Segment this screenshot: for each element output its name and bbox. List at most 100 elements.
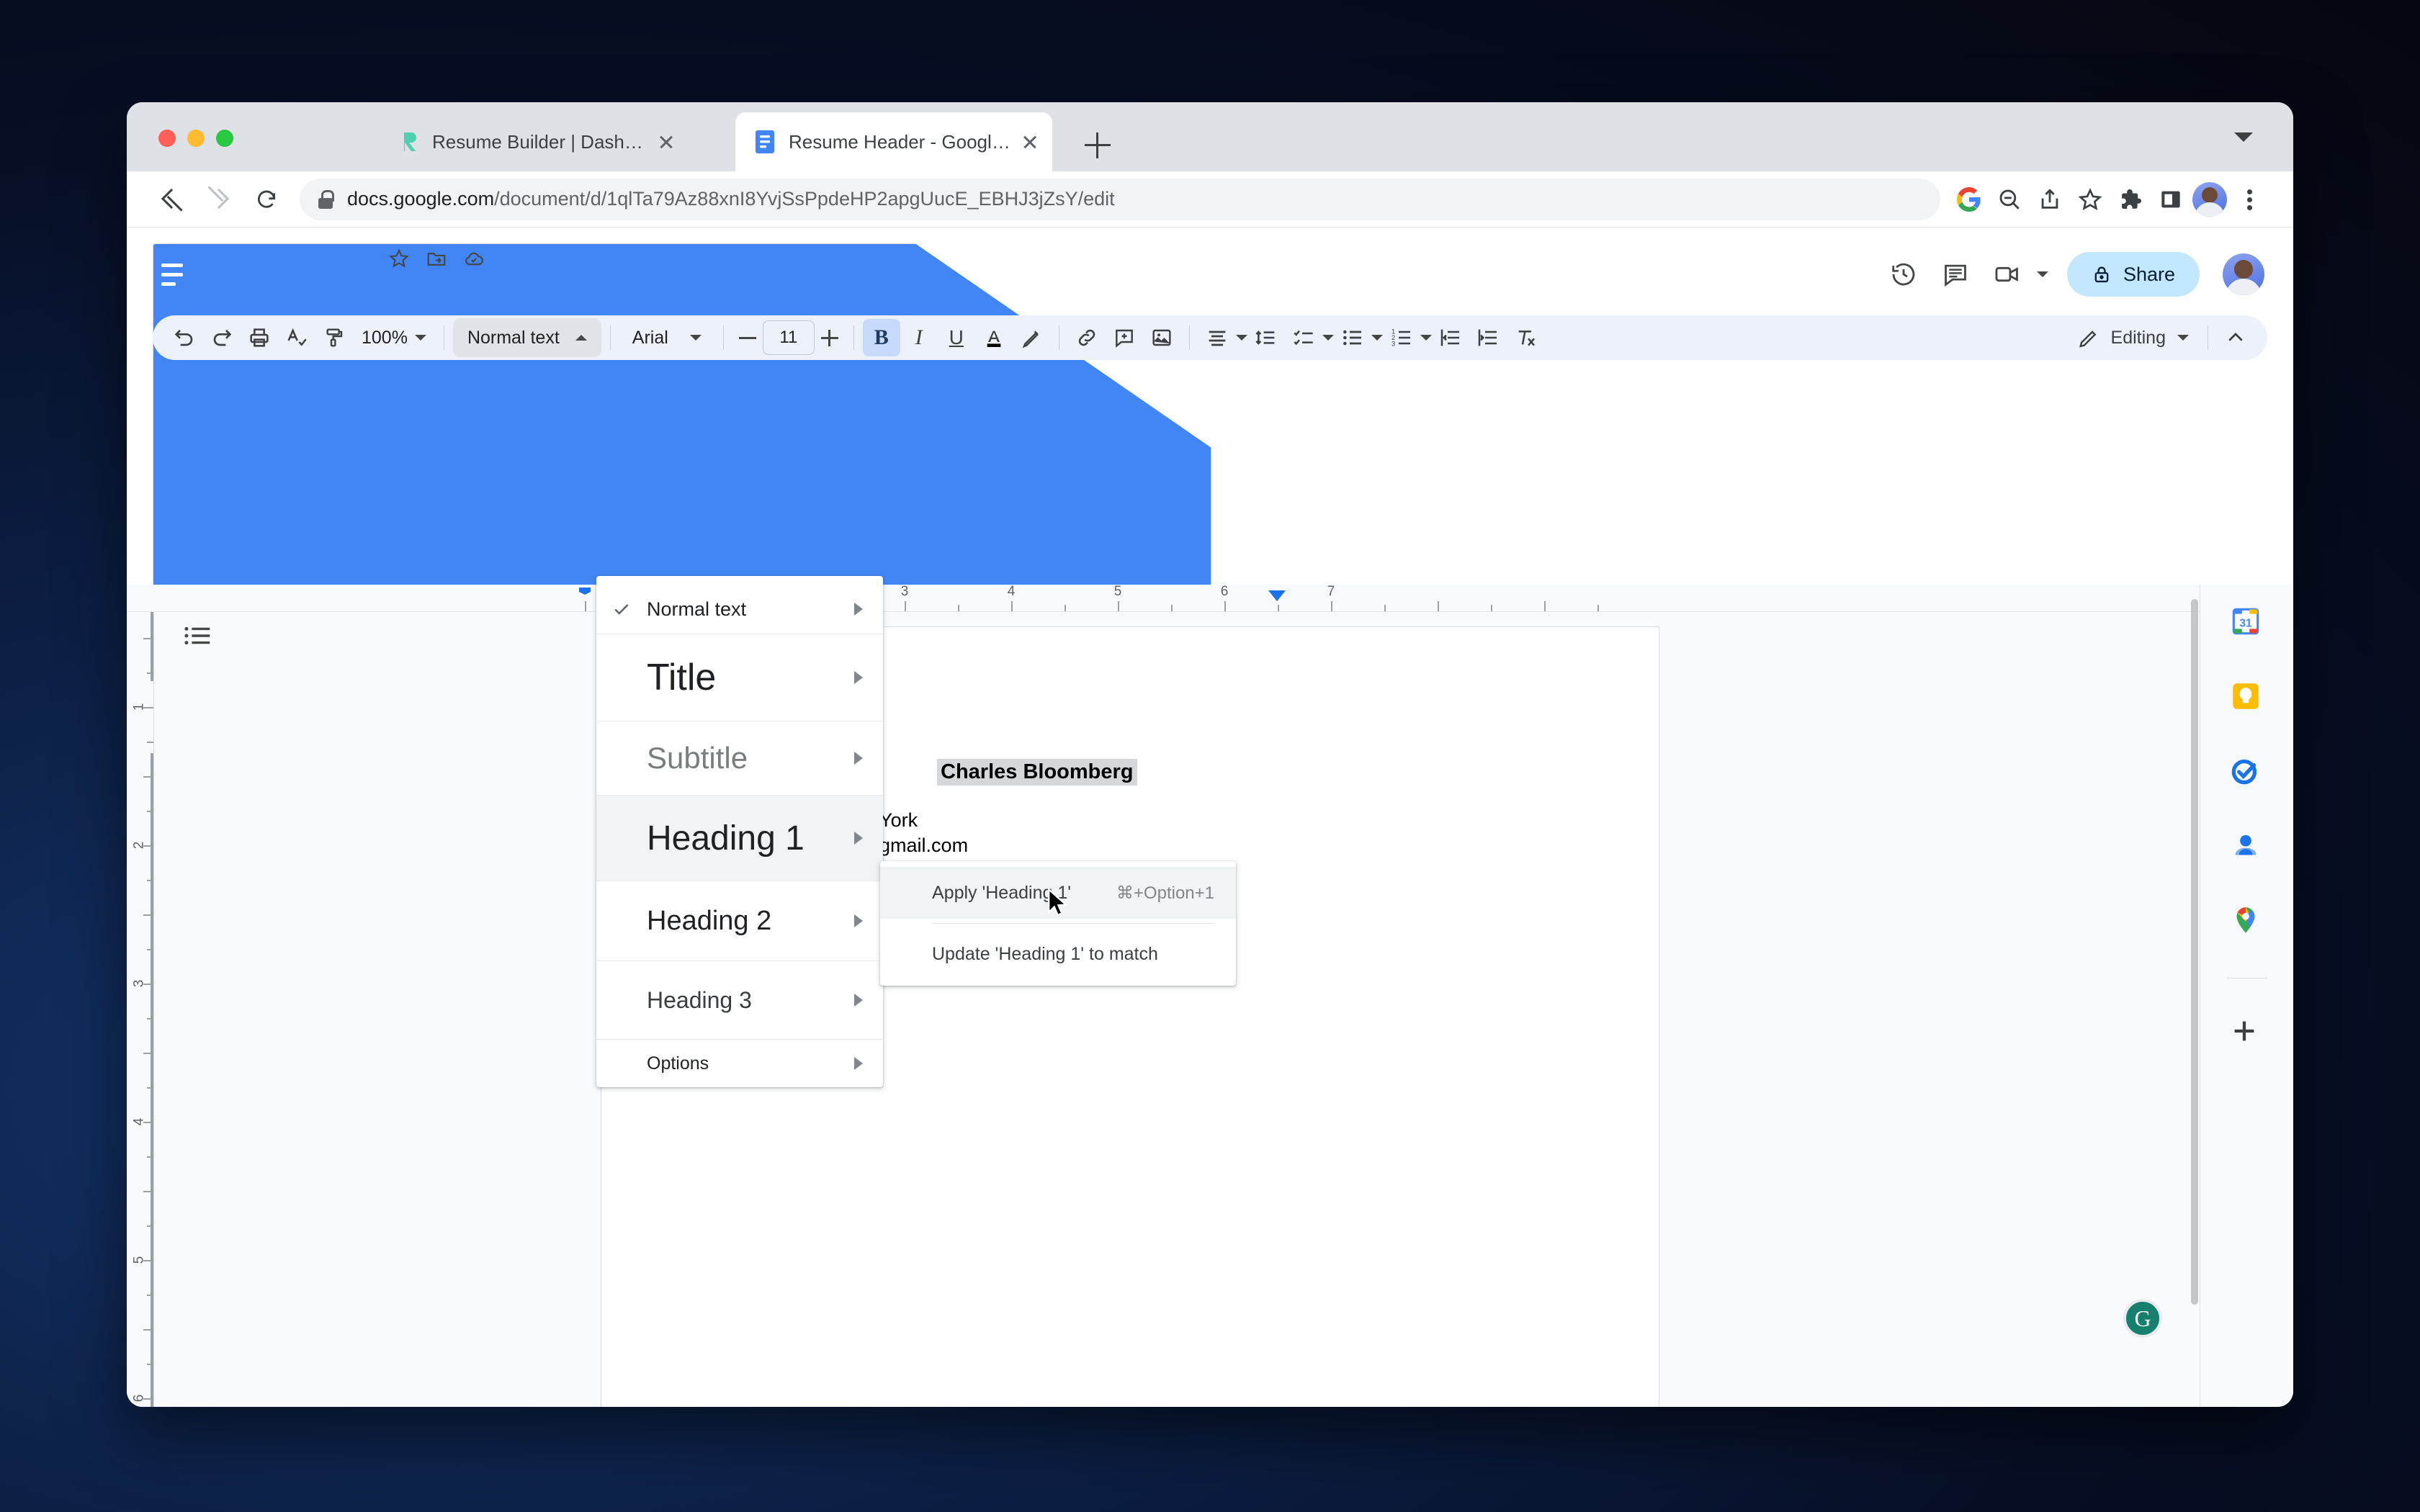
- style-menu-item-title[interactable]: Title: [596, 634, 883, 721]
- share-button[interactable]: Share: [2066, 252, 2200, 297]
- hide-menus-chevron-up-icon[interactable]: [2217, 319, 2254, 356]
- right-indent-marker[interactable]: [1268, 590, 1286, 601]
- bold-button[interactable]: B: [862, 319, 900, 356]
- font-size-input[interactable]: 11: [762, 320, 815, 355]
- vertical-ruler[interactable]: 1 2 3 4 5 6: [127, 612, 154, 1407]
- font-family-selector[interactable]: Arial: [619, 318, 714, 357]
- document-outline-icon[interactable]: [182, 619, 215, 652]
- bookmark-star-icon[interactable]: [2071, 181, 2109, 218]
- extensions-puzzle-icon[interactable]: [2112, 181, 2149, 218]
- font-family-value: Arial: [632, 327, 668, 348]
- close-tab-button[interactable]: [1018, 130, 1042, 154]
- move-to-folder-icon[interactable]: [426, 248, 449, 271]
- style-menu-item-heading-3[interactable]: Heading 3: [596, 961, 883, 1039]
- style-menu-item-normal-text[interactable]: Normal text: [596, 585, 883, 634]
- browser-tab-resume-builder[interactable]: Resume Builder | Dashboard: [379, 112, 689, 171]
- checklist-chevron-down-icon[interactable]: [1322, 335, 1334, 341]
- address-bar[interactable]: docs.google.com/document/d/1qlTa79Az88xn…: [300, 178, 1940, 220]
- lock-icon: [318, 189, 334, 209]
- highlight-color-icon[interactable]: [1013, 319, 1050, 356]
- browser-menu-kebab-icon[interactable]: [2236, 181, 2264, 218]
- share-icon[interactable]: [2031, 181, 2069, 218]
- bottom-margin-marker[interactable]: [151, 753, 153, 1407]
- cloud-saved-icon[interactable]: [463, 248, 486, 271]
- google-maps-icon[interactable]: [2228, 903, 2267, 942]
- bulleted-list-icon[interactable]: [1334, 319, 1371, 356]
- style-menu-item-heading-1[interactable]: Heading 1: [596, 796, 883, 881]
- numbered-list-icon[interactable]: 1 2 3: [1383, 319, 1420, 356]
- google-icon[interactable]: [1950, 181, 1988, 218]
- left-indent-marker[interactable]: [579, 588, 591, 595]
- clear-formatting-icon[interactable]: [1507, 319, 1544, 356]
- increase-indent-icon[interactable]: [1469, 319, 1507, 356]
- horizontal-ruler[interactable]: 1 2 3 4 5 6 7: [127, 585, 2293, 612]
- style-menu-item-heading-2[interactable]: Heading 2: [596, 881, 883, 960]
- paint-format-icon[interactable]: [315, 319, 353, 356]
- tab-title: Resume Header - Google Docs: [789, 130, 1012, 153]
- reload-button[interactable]: [246, 179, 287, 220]
- add-comment-icon[interactable]: [1106, 319, 1143, 356]
- style-menu-item-options[interactable]: Options: [596, 1040, 883, 1087]
- bulleted-list-chevron-down-icon[interactable]: [1371, 335, 1383, 341]
- vertical-scrollbar[interactable]: [2191, 599, 2198, 1305]
- version-history-icon[interactable]: [1881, 252, 1926, 297]
- zoom-out-icon[interactable]: [1991, 181, 2028, 218]
- google-docs-icon: [754, 130, 777, 153]
- undo-icon[interactable]: [166, 319, 203, 356]
- line-spacing-icon[interactable]: [1247, 319, 1285, 356]
- style-menu-label: Subtitle: [647, 741, 748, 775]
- style-menu-label: Title: [647, 657, 717, 698]
- add-side-panel-app-button[interactable]: [2228, 1014, 2267, 1053]
- insert-image-icon[interactable]: [1143, 319, 1180, 356]
- numbered-list-chevron-down-icon[interactable]: [1420, 335, 1432, 341]
- style-menu-label: Normal text: [647, 598, 747, 620]
- google-tasks-icon[interactable]: [2228, 753, 2267, 792]
- star-icon[interactable]: [388, 248, 411, 271]
- url-domain: docs.google.com: [347, 188, 495, 210]
- decrease-font-size-button[interactable]: [732, 323, 763, 353]
- docs-header-actions: Share: [1881, 252, 2264, 297]
- grammarly-icon[interactable]: G: [2123, 1299, 2162, 1338]
- comment-history-icon[interactable]: [1933, 252, 1978, 297]
- meet-camera-icon[interactable]: [1985, 252, 2030, 297]
- meet-chevron-down-icon[interactable]: [2036, 271, 2048, 277]
- google-keep-icon[interactable]: [2228, 678, 2267, 717]
- text-color-icon[interactable]: [975, 319, 1013, 356]
- profile-avatar[interactable]: [2192, 181, 2227, 217]
- browser-tab-resume-header[interactable]: Resume Header - Google Docs: [735, 112, 1052, 171]
- back-button[interactable]: [151, 179, 192, 220]
- italic-button[interactable]: I: [900, 319, 938, 356]
- insert-link-icon[interactable]: [1068, 319, 1106, 356]
- checklist-icon[interactable]: [1285, 319, 1322, 356]
- update-heading-1-label: Update 'Heading 1' to match: [932, 943, 1158, 964]
- paragraph-style-selector[interactable]: Normal text: [452, 318, 601, 357]
- style-menu-item-subtitle[interactable]: Subtitle: [596, 721, 883, 795]
- underline-button[interactable]: U: [938, 319, 975, 356]
- zoom-control[interactable]: 100%: [353, 328, 435, 348]
- align-icon[interactable]: [1198, 319, 1236, 356]
- spellcheck-icon[interactable]: [278, 319, 315, 356]
- google-calendar-icon[interactable]: 31: [2228, 603, 2267, 642]
- close-window-button[interactable]: [158, 130, 176, 147]
- chevron-down-icon: [414, 335, 426, 341]
- close-tab-button[interactable]: [654, 130, 678, 154]
- user-avatar[interactable]: [2223, 253, 2264, 295]
- update-heading-1-menu-item[interactable]: Update 'Heading 1' to match: [880, 928, 1236, 980]
- editing-mode-selector[interactable]: Editing: [2068, 327, 2199, 348]
- minimize-window-button[interactable]: [187, 130, 205, 147]
- redo-icon[interactable]: [203, 319, 241, 356]
- print-icon[interactable]: [241, 319, 278, 356]
- maximize-window-button[interactable]: [216, 130, 233, 147]
- tab-search-chevron-down-icon[interactable]: [2234, 132, 2253, 142]
- forward-button[interactable]: [199, 179, 239, 220]
- side-panel-icon[interactable]: [2152, 181, 2190, 218]
- document-name-heading[interactable]: Charles Bloomberg: [937, 759, 1137, 786]
- new-tab-button[interactable]: [1085, 132, 1111, 158]
- vruler-mark-2: 2: [131, 841, 147, 850]
- top-margin-marker[interactable]: [151, 612, 153, 681]
- align-chevron-down-icon[interactable]: [1235, 335, 1247, 341]
- increase-font-size-button[interactable]: [815, 323, 845, 353]
- ruler-mark-6: 6: [1220, 585, 1229, 599]
- decrease-indent-icon[interactable]: [1432, 319, 1469, 356]
- google-contacts-icon[interactable]: [2228, 828, 2267, 867]
